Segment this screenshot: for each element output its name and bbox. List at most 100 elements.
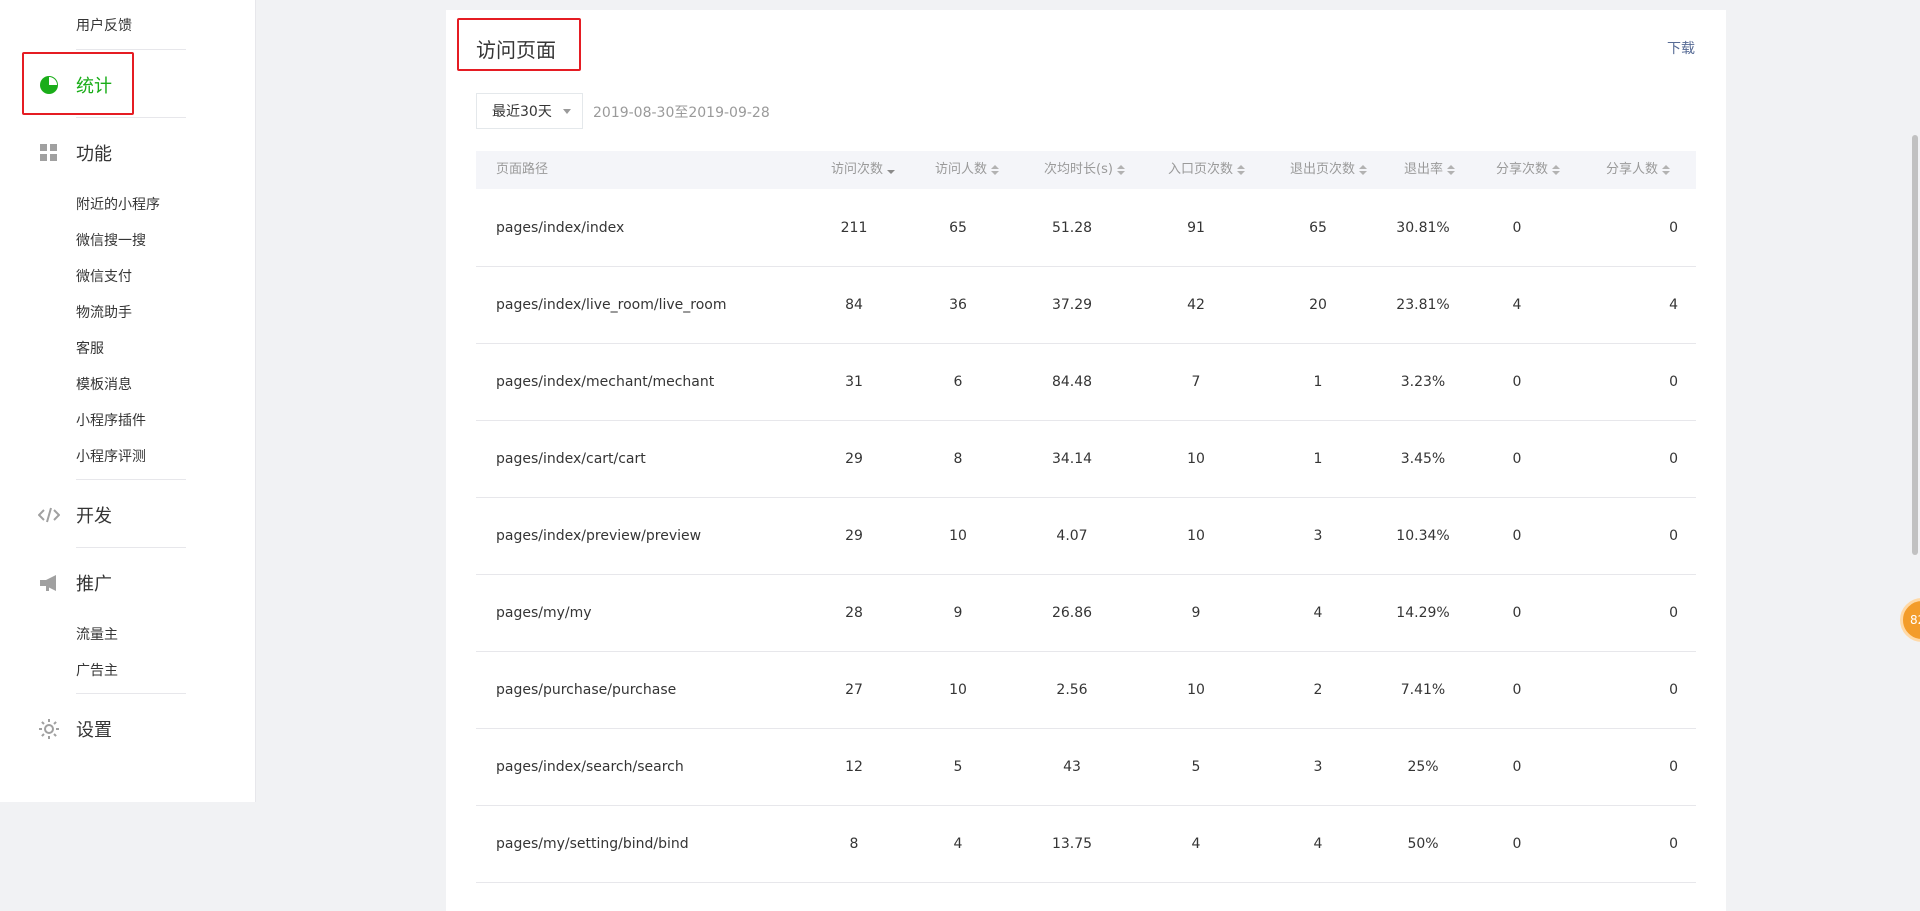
cell-exit: 1 bbox=[1313, 451, 1323, 467]
col-header-exit-rate[interactable]: 退出率 bbox=[1404, 151, 1456, 189]
chevron-down-icon bbox=[563, 109, 571, 114]
highlight-box bbox=[457, 18, 581, 71]
sidebar-item-advertiser[interactable]: 广告主 bbox=[76, 660, 118, 680]
date-range-select[interactable]: 最近30天 bbox=[476, 93, 583, 129]
cell-shares: 0 bbox=[1512, 374, 1522, 390]
scrollbar[interactable] bbox=[1912, 135, 1918, 555]
download-link[interactable]: 下载 bbox=[1667, 38, 1695, 58]
table-row[interactable]: pages/index/live_room/live_room 84 36 37.29… bbox=[476, 267, 1696, 344]
cell-avg-duration: 84.48 bbox=[1051, 374, 1093, 390]
cell-visits: 29 bbox=[845, 451, 863, 467]
sidebar-item-plugin[interactable]: 小程序插件 bbox=[76, 410, 146, 430]
sidebar-item-pay[interactable]: 微信支付 bbox=[76, 266, 132, 286]
cell-visitors: 8 bbox=[953, 451, 963, 467]
cell-sharers: 0 bbox=[1669, 528, 1678, 544]
cell-sharers: 0 bbox=[1669, 605, 1678, 621]
cell-exit: 4 bbox=[1313, 836, 1323, 852]
cell-shares: 4 bbox=[1512, 297, 1522, 313]
cell-path: pages/index/mechant/mechant bbox=[496, 374, 715, 390]
cell-path: pages/index/preview/preview bbox=[496, 528, 702, 544]
sidebar-item-develop[interactable]: 开发 bbox=[36, 502, 112, 528]
cell-path: pages/index/search/search bbox=[496, 759, 684, 775]
table-row[interactable]: pages/index/index 211 65 51.28 91 65 30.81% 0 0 bbox=[476, 190, 1696, 267]
table-row[interactable]: pages/my/setting/bind/bind 8 4 13.75 4 4 50% 0 0 bbox=[476, 806, 1696, 883]
divider bbox=[76, 117, 186, 118]
cell-shares: 0 bbox=[1512, 836, 1522, 852]
sidebar-item-features[interactable]: 功能 bbox=[36, 140, 112, 166]
sidebar-item-label: 开发 bbox=[76, 506, 112, 527]
sort-desc-icon bbox=[887, 166, 896, 174]
cell-visits: 28 bbox=[845, 605, 863, 621]
cell-shares: 0 bbox=[1512, 759, 1522, 775]
cell-entry: 10 bbox=[1187, 528, 1205, 544]
cell-exit: 3 bbox=[1313, 759, 1323, 775]
col-header-shares[interactable]: 分享次数 bbox=[1496, 151, 1561, 189]
table-row[interactable]: pages/index/cart/cart 29 8 34.14 10 1 3.45% 0 0 bbox=[476, 421, 1696, 498]
cell-visitors: 4 bbox=[953, 836, 963, 852]
col-header-visitors[interactable]: 访问人数 bbox=[935, 151, 1000, 189]
cell-visits: 8 bbox=[849, 836, 859, 852]
col-header-label: 分享人数 bbox=[1606, 162, 1659, 177]
cell-sharers: 4 bbox=[1669, 297, 1678, 313]
col-header-avg-duration[interactable]: 次均时长(s) bbox=[1044, 151, 1125, 189]
cell-path: pages/index/live_room/live_room bbox=[496, 297, 727, 313]
table-header: 页面路径 访问次数 访问人数 次均时长(s) 入口页次数 退出页次数 退出率 分… bbox=[476, 151, 1696, 189]
cell-avg-duration: 51.28 bbox=[1051, 220, 1093, 236]
cell-exit-rate: 30.81% bbox=[1396, 220, 1450, 236]
table-row[interactable]: pages/index/mechant/mechant 31 6 84.48 7 1 3.2… bbox=[476, 344, 1696, 421]
cell-visitors: 65 bbox=[949, 220, 967, 236]
col-header-label: 访问人数 bbox=[935, 162, 988, 177]
cell-sharers: 0 bbox=[1669, 759, 1678, 775]
cell-exit: 1 bbox=[1313, 374, 1323, 390]
cell-path: pages/my/my bbox=[496, 605, 592, 621]
col-header-entry[interactable]: 入口页次数 bbox=[1168, 151, 1246, 189]
floating-badge[interactable]: 82 bbox=[1900, 598, 1920, 642]
cell-visits: 29 bbox=[845, 528, 863, 544]
sidebar-item-settings[interactable]: 设置 bbox=[36, 716, 112, 742]
code-icon bbox=[36, 502, 62, 528]
cell-sharers: 0 bbox=[1669, 682, 1678, 698]
cell-shares: 0 bbox=[1512, 528, 1522, 544]
col-header-exit[interactable]: 退出页次数 bbox=[1290, 151, 1368, 189]
cell-sharers: 0 bbox=[1669, 220, 1678, 236]
cell-entry: 4 bbox=[1191, 836, 1201, 852]
cell-path: pages/purchase/purchase bbox=[496, 682, 677, 698]
cell-entry: 10 bbox=[1187, 682, 1205, 698]
cell-visitors: 5 bbox=[953, 759, 963, 775]
table-row[interactable]: pages/purchase/purchase 27 10 2.56 10 2 7.41% 0… bbox=[476, 652, 1696, 729]
table-row[interactable]: pages/my/my 28 9 26.86 9 4 14.29% 0 0 bbox=[476, 575, 1696, 652]
sidebar-item-service[interactable]: 客服 bbox=[76, 338, 104, 358]
cell-exit: 2 bbox=[1313, 682, 1323, 698]
sidebar-item-traffic[interactable]: 流量主 bbox=[76, 624, 118, 644]
sidebar-item-logistics[interactable]: 物流助手 bbox=[76, 302, 132, 322]
sidebar-item-nearby[interactable]: 附近的小程序 bbox=[76, 194, 160, 214]
cell-entry: 91 bbox=[1187, 220, 1205, 236]
cell-exit-rate: 3.45% bbox=[1400, 451, 1446, 467]
cell-avg-duration: 26.86 bbox=[1051, 605, 1093, 621]
cell-visitors: 9 bbox=[953, 605, 963, 621]
cell-exit-rate: 10.34% bbox=[1396, 528, 1450, 544]
cell-shares: 0 bbox=[1512, 605, 1522, 621]
grid-icon bbox=[36, 140, 62, 166]
sidebar-item-search[interactable]: 微信搜一搜 bbox=[76, 230, 146, 250]
cell-visitors: 10 bbox=[949, 528, 967, 544]
sidebar-item-review[interactable]: 小程序评测 bbox=[76, 446, 146, 466]
sidebar: 用户反馈 统计 功能 附近的小程序 微信搜一搜 微信支付 物流助手 客服 模板消… bbox=[0, 0, 256, 802]
cell-entry: 42 bbox=[1187, 297, 1205, 313]
cell-entry: 9 bbox=[1191, 605, 1201, 621]
cell-entry: 10 bbox=[1187, 451, 1205, 467]
col-header-visits[interactable]: 访问次数 bbox=[831, 151, 896, 189]
col-header-label: 次均时长(s) bbox=[1044, 162, 1113, 177]
cell-exit-rate: 25% bbox=[1407, 759, 1439, 775]
divider bbox=[76, 547, 186, 548]
table-row[interactable]: pages/index/preview/preview 29 10 4.07 10 3 10… bbox=[476, 498, 1696, 575]
col-header-sharers[interactable]: 分享人数 bbox=[1606, 151, 1671, 189]
cell-exit-rate: 14.29% bbox=[1396, 605, 1450, 621]
sidebar-item-feedback[interactable]: 用户反馈 bbox=[76, 15, 132, 35]
sidebar-item-template[interactable]: 模板消息 bbox=[76, 374, 132, 394]
cell-visitors: 10 bbox=[949, 682, 967, 698]
table-row[interactable]: pages/index/search/search 12 5 43 5 3 25% 0 0 bbox=[476, 729, 1696, 806]
sidebar-item-promote[interactable]: 推广 bbox=[36, 570, 112, 596]
highlight-box bbox=[22, 52, 134, 115]
sidebar-item-label: 设置 bbox=[76, 720, 112, 741]
